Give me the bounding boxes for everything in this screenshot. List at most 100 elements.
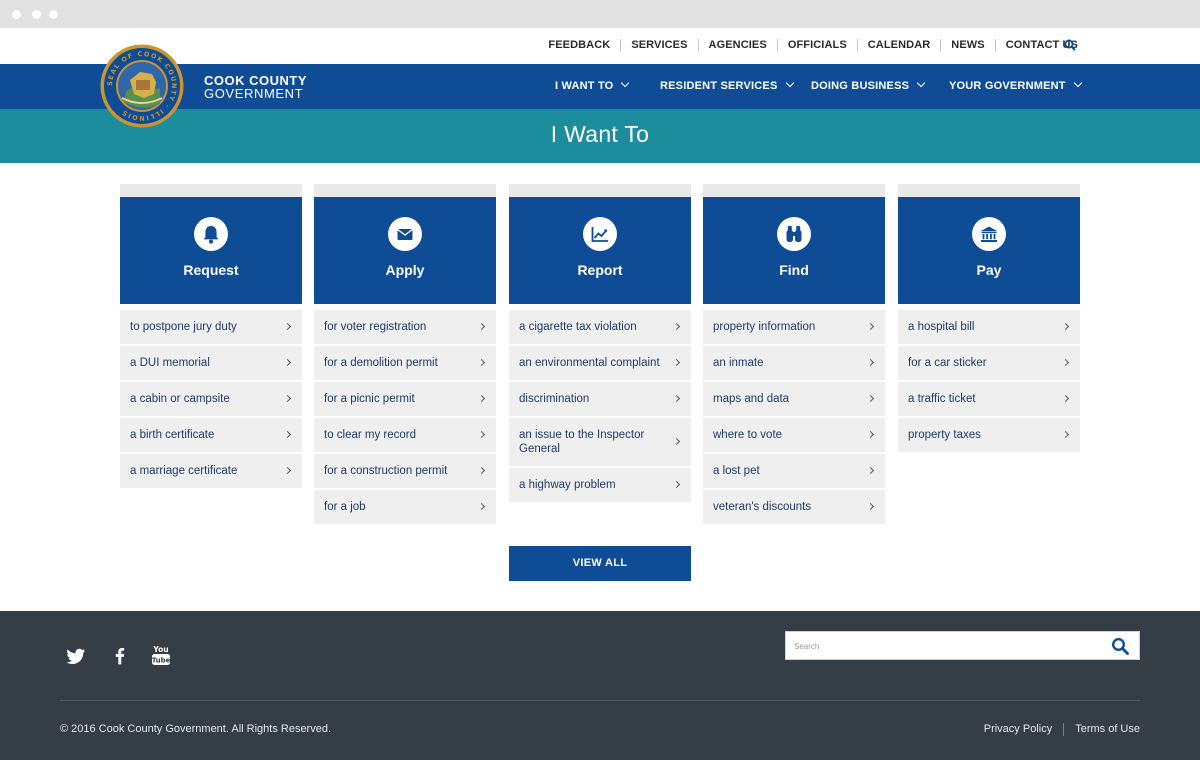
- window-chrome: [0, 0, 1200, 28]
- county-seal-logo[interactable]: SEAL OF COOK COUNTY · ILLINOIS: [100, 44, 184, 128]
- chevron-down-icon: [621, 78, 630, 88]
- page-title: I Want To: [550, 121, 650, 147]
- search-icon[interactable]: [1111, 637, 1129, 655]
- list-item-label: a DUI memorial: [130, 357, 210, 369]
- list-item[interactable]: a lost pet: [703, 454, 885, 490]
- chevron-right-icon: [477, 502, 486, 511]
- chevron-right-icon: [477, 358, 486, 367]
- category-link-list: to postpone jury duty a DUI memorial a c…: [120, 310, 302, 490]
- category-link-list: a hospital bill for a car sticker a traf…: [898, 310, 1080, 454]
- page-banner: I Want To: [0, 109, 1200, 163]
- category-header-pay[interactable]: Pay: [898, 197, 1080, 304]
- footer-search-input[interactable]: [794, 639, 1094, 653]
- list-item[interactable]: a cabin or campsite: [120, 382, 302, 418]
- nav-your-government[interactable]: YOUR GOVERNMENT: [949, 78, 1082, 92]
- chevron-right-icon: [866, 502, 875, 511]
- list-item[interactable]: a hospital bill: [898, 310, 1080, 346]
- utility-nav: FEEDBACK SERVICES AGENCIES OFFICIALS CAL…: [538, 39, 1088, 52]
- window-minimize-dot[interactable]: [32, 10, 41, 19]
- list-item[interactable]: a marriage certificate: [120, 454, 302, 490]
- list-item[interactable]: property information: [703, 310, 885, 346]
- list-item-label: for a demolition permit: [324, 357, 438, 369]
- footer-divider: [60, 700, 1140, 701]
- list-item[interactable]: veteran's discounts: [703, 490, 885, 526]
- utility-link-services[interactable]: SERVICES: [620, 39, 697, 52]
- nav-doing-business[interactable]: DOING BUSINESS: [811, 78, 926, 92]
- list-item-label: an inmate: [713, 357, 764, 369]
- chevron-right-icon: [1061, 394, 1070, 403]
- nav-label: YOUR GOVERNMENT: [949, 80, 1066, 92]
- chevron-right-icon: [866, 358, 875, 367]
- chevron-right-icon: [672, 358, 681, 367]
- list-item[interactable]: a cigarette tax violation: [509, 310, 691, 346]
- list-item[interactable]: an environmental complaint: [509, 346, 691, 382]
- list-item[interactable]: a highway problem: [509, 468, 691, 504]
- list-item[interactable]: a birth certificate: [120, 418, 302, 454]
- category-header-request[interactable]: Request: [120, 197, 302, 304]
- view-all-button[interactable]: VIEW ALL: [509, 546, 691, 581]
- utility-link-officials[interactable]: OFFICIALS: [776, 39, 857, 52]
- category-column-apply: Apply for voter registration for a demol…: [314, 184, 496, 526]
- chevron-right-icon: [866, 430, 875, 439]
- facebook-icon[interactable]: [110, 646, 130, 666]
- nav-i-want-to[interactable]: I WANT TO: [555, 78, 630, 92]
- search-icon[interactable]: [1064, 39, 1076, 51]
- copyright-text: © 2016 Cook County Government. All Right…: [60, 723, 332, 735]
- chevron-right-icon: [866, 394, 875, 403]
- chevron-right-icon: [672, 480, 681, 489]
- list-item-label: a cabin or campsite: [130, 393, 230, 405]
- list-item[interactable]: a DUI memorial: [120, 346, 302, 382]
- list-item-label: a cigarette tax violation: [519, 321, 637, 333]
- category-link-list: for voter registration for a demolition …: [314, 310, 496, 526]
- list-item[interactable]: for a picnic permit: [314, 382, 496, 418]
- youtube-icon[interactable]: You Tube: [151, 644, 171, 666]
- list-item[interactable]: to clear my record: [314, 418, 496, 454]
- list-item-label: for a car sticker: [908, 357, 987, 369]
- chevron-right-icon: [283, 394, 292, 403]
- category-title: Pay: [976, 262, 1002, 278]
- list-item[interactable]: discrimination: [509, 382, 691, 418]
- column-cap: [120, 184, 302, 197]
- binoculars-icon: [777, 217, 811, 251]
- column-cap: [703, 184, 885, 197]
- list-item[interactable]: for a car sticker: [898, 346, 1080, 382]
- list-item[interactable]: for a demolition permit: [314, 346, 496, 382]
- privacy-policy-link[interactable]: Privacy Policy: [973, 723, 1063, 736]
- list-item[interactable]: for voter registration: [314, 310, 496, 346]
- svg-text:Tube: Tube: [152, 657, 171, 665]
- category-header-apply[interactable]: Apply: [314, 197, 496, 304]
- nav-resident-services[interactable]: RESIDENT SERVICES: [660, 78, 794, 92]
- terms-of-use-link[interactable]: Terms of Use: [1063, 723, 1140, 736]
- svg-text:You: You: [152, 645, 168, 654]
- list-item[interactable]: where to vote: [703, 418, 885, 454]
- list-item-label: where to vote: [713, 429, 783, 441]
- site-footer: You Tube © 2016 Cook County Government. …: [0, 611, 1200, 760]
- window-close-dot[interactable]: [12, 10, 21, 19]
- twitter-icon[interactable]: [66, 646, 86, 666]
- utility-link-agencies[interactable]: AGENCIES: [697, 39, 777, 52]
- list-item-label: for voter registration: [324, 321, 427, 333]
- list-item[interactable]: an inmate: [703, 346, 885, 382]
- category-link-list: property information an inmate maps and …: [703, 310, 885, 526]
- category-title: Find: [779, 262, 809, 278]
- category-column-request: Request to postpone jury duty a DUI memo…: [120, 184, 302, 490]
- chevron-down-icon: [785, 78, 794, 88]
- list-item[interactable]: a traffic ticket: [898, 382, 1080, 418]
- list-item[interactable]: an issue to the Inspector General: [509, 418, 691, 468]
- bank-icon: [972, 217, 1006, 251]
- utility-link-calendar[interactable]: CALENDAR: [856, 39, 941, 52]
- utility-bar: FEEDBACK SERVICES AGENCIES OFFICIALS CAL…: [0, 28, 1200, 64]
- utility-link-news[interactable]: NEWS: [940, 39, 994, 52]
- utility-link-feedback[interactable]: FEEDBACK: [538, 39, 620, 52]
- list-item[interactable]: maps and data: [703, 382, 885, 418]
- category-header-report[interactable]: Report: [509, 197, 691, 304]
- window-maximize-dot[interactable]: [49, 10, 58, 19]
- list-item[interactable]: property taxes: [898, 418, 1080, 454]
- category-header-find[interactable]: Find: [703, 197, 885, 304]
- chevron-right-icon: [283, 430, 292, 439]
- list-item[interactable]: for a job: [314, 490, 496, 526]
- brand-name[interactable]: COOK COUNTY GOVERNMENT: [204, 74, 307, 100]
- list-item[interactable]: to postpone jury duty: [120, 310, 302, 346]
- chevron-right-icon: [477, 322, 486, 331]
- list-item[interactable]: for a construction permit: [314, 454, 496, 490]
